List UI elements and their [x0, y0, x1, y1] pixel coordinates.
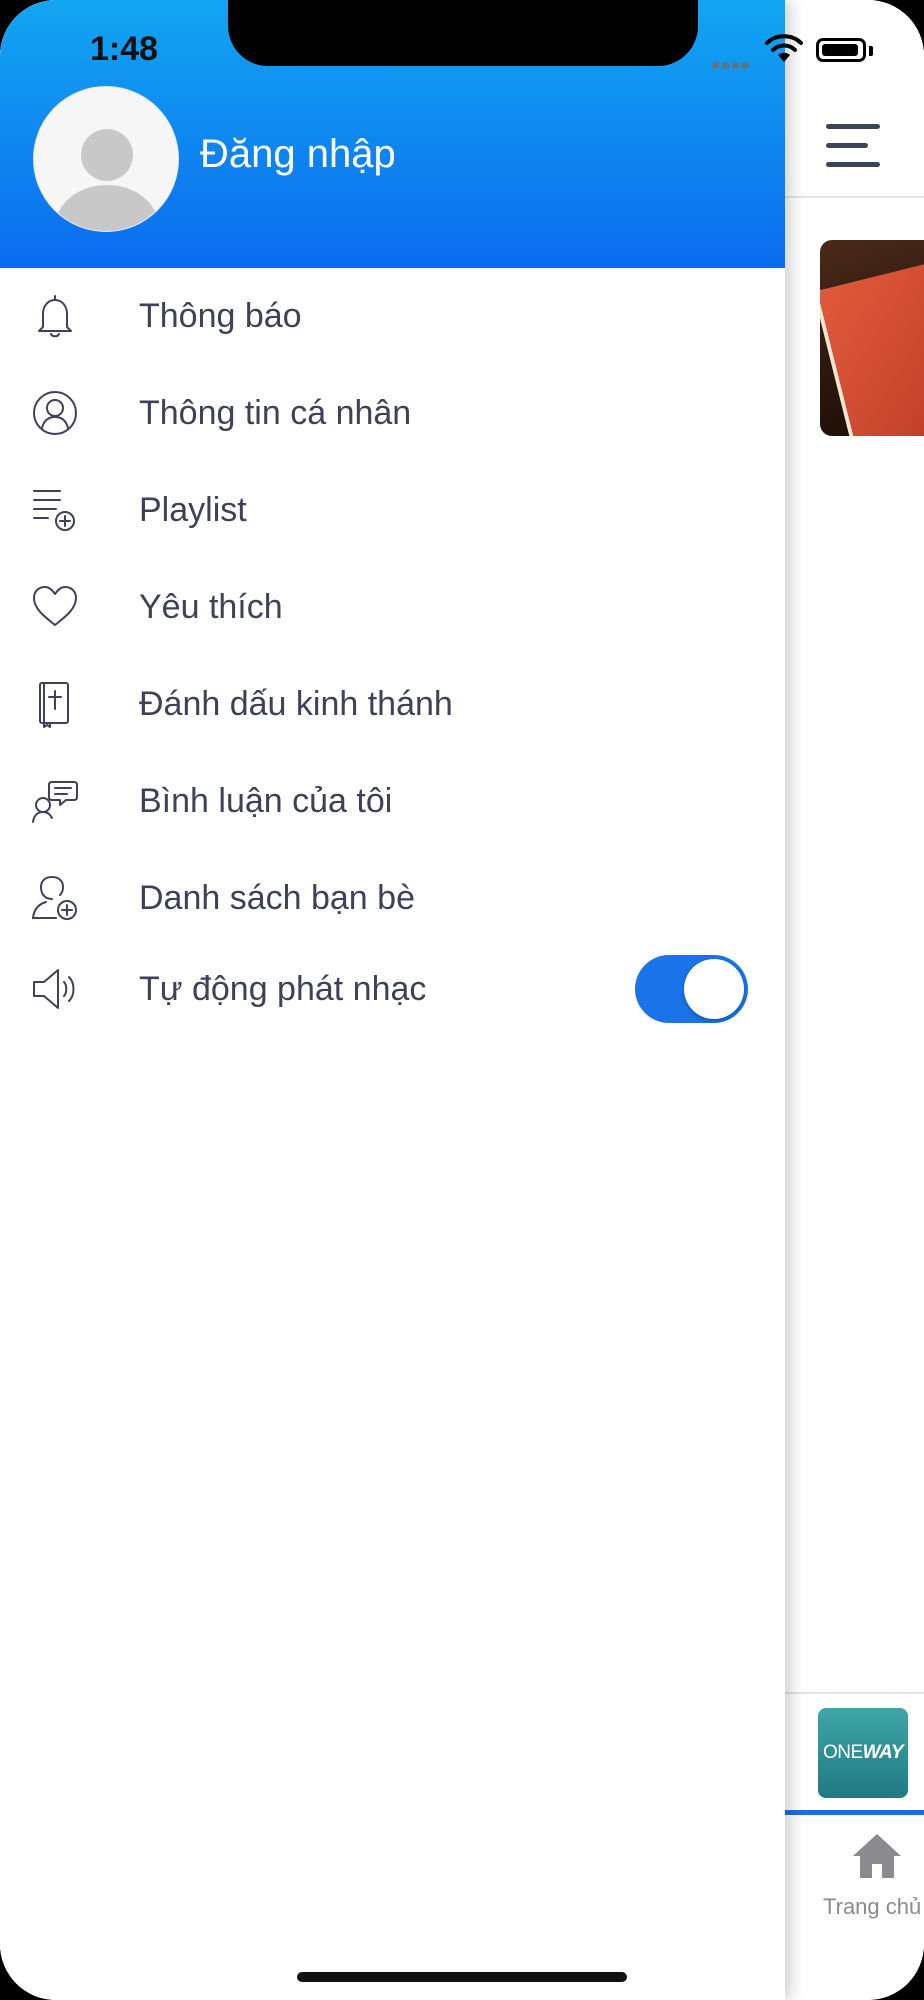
app-top-bar: [785, 0, 924, 198]
logo-suffix: WAY: [862, 1742, 904, 1763]
menu-item-bible-bookmarks[interactable]: Đánh dấu kinh thánh: [0, 656, 785, 752]
bible-image: [820, 254, 924, 436]
menu-item-label: Playlist: [139, 490, 247, 529]
home-indicator[interactable]: [297, 1972, 627, 1982]
menu-item-notifications[interactable]: Thông báo: [0, 268, 785, 364]
menu-item-my-comments[interactable]: Bình luận của tôi: [0, 753, 785, 849]
add-friend-icon: [30, 873, 80, 923]
mini-player-divider: [785, 1692, 924, 1694]
menu-item-label: Bình luận của tôi: [139, 781, 393, 820]
side-drawer: Đăng nhập Thông báo Thông tin cá nhân Pl…: [0, 0, 785, 2000]
battery-tip: [869, 46, 873, 56]
login-button[interactable]: Đăng nhập: [200, 132, 396, 177]
menu-item-label: Yêu thích: [139, 587, 283, 626]
bell-icon: [30, 291, 80, 341]
battery-icon: [816, 38, 866, 62]
menu-item-label: Danh sách bạn bè: [139, 878, 415, 917]
home-icon: [853, 1834, 901, 1878]
comment-icon: [30, 776, 80, 826]
menu-item-profile[interactable]: Thông tin cá nhân: [0, 365, 785, 461]
avatar[interactable]: [33, 86, 179, 232]
profile-icon: [30, 388, 80, 438]
avatar-body: [56, 185, 158, 231]
menu-item-playlist[interactable]: Playlist: [0, 462, 785, 558]
heart-icon: [30, 582, 80, 632]
menu-item-friends[interactable]: Danh sách bạn bè: [0, 850, 785, 946]
mini-player-logo[interactable]: ONE WAY: [818, 1708, 908, 1798]
device-notch: [228, 0, 698, 66]
status-time: 1:48: [90, 30, 159, 68]
toggle-knob: [684, 959, 744, 1019]
menu-item-label: Thông tin cá nhân: [139, 393, 412, 432]
menu-item-autoplay: Tự động phát nhạc: [0, 941, 785, 1037]
tab-home-label: Trang chủ: [823, 1894, 922, 1919]
menu-item-label: Tự động phát nhạc: [139, 969, 427, 1008]
autoplay-toggle[interactable]: [635, 955, 748, 1023]
status-icons: [712, 34, 912, 70]
speaker-icon: [30, 964, 80, 1014]
menu-item-favorites[interactable]: Yêu thích: [0, 559, 785, 655]
bible-bookmark-icon: [30, 679, 80, 729]
wifi-icon: [765, 34, 803, 62]
playlist-add-icon: [30, 485, 80, 535]
hamburger-menu-icon[interactable]: [826, 124, 880, 168]
phone-screen: ONE WAY Trang chủ Đăng nhập Thông báo Th…: [0, 0, 924, 2000]
logo-prefix: ONE: [822, 1742, 863, 1763]
menu-item-label: Đánh dấu kinh thánh: [139, 684, 453, 723]
content-thumbnail[interactable]: [820, 240, 924, 436]
mini-player-progress: [785, 1810, 924, 1815]
avatar-head: [81, 129, 133, 181]
cellular-signal-icon: [712, 56, 752, 74]
tab-home[interactable]: Trang chủ: [815, 1828, 924, 1919]
menu-item-label: Thông báo: [139, 296, 302, 335]
